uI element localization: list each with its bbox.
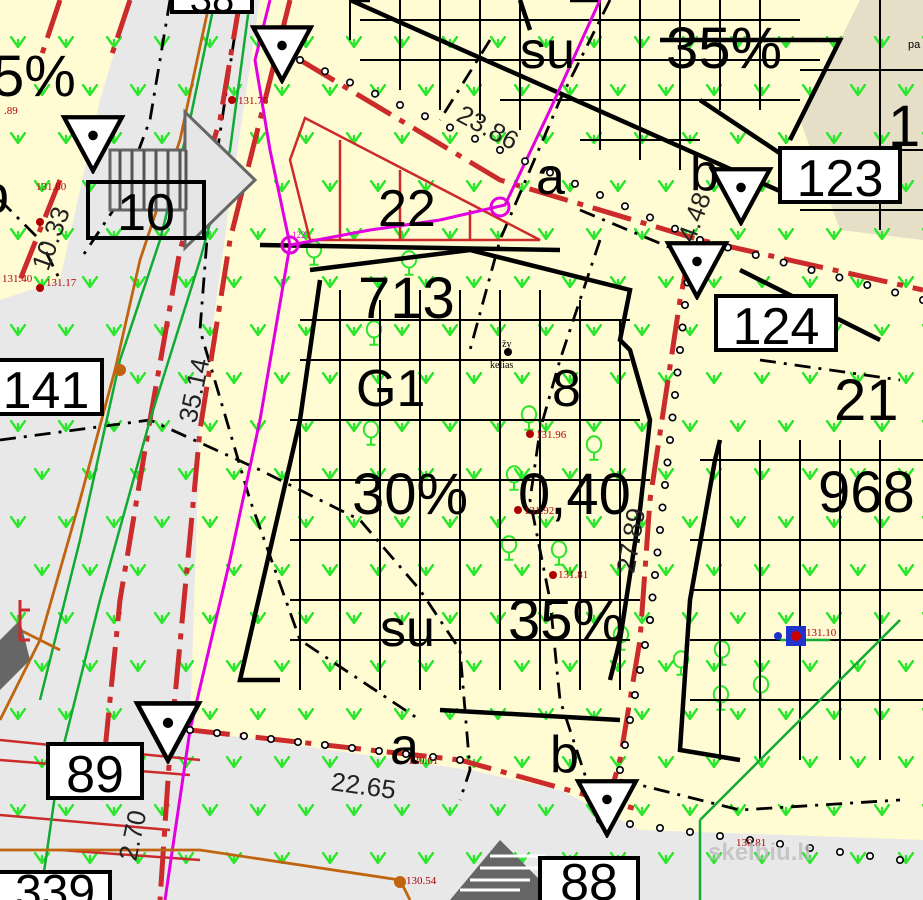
boundary-dot: [655, 525, 664, 534]
boundary-dot: [345, 78, 354, 87]
label-968: 968: [818, 460, 915, 525]
label-g1: G1: [356, 360, 425, 418]
boundary-dot: [668, 413, 677, 422]
elev-13176: 131.76: [238, 95, 269, 107]
elev-13117: 131.17: [46, 277, 77, 289]
box-label-339: 339: [15, 866, 95, 900]
boundary-dot: [645, 615, 654, 624]
road-note-2: kelias: [490, 360, 513, 371]
label-21: 21: [834, 368, 899, 433]
boundary-dot: [685, 827, 694, 836]
boundary-dot: [653, 548, 662, 557]
label-8: 8: [552, 360, 581, 418]
box-label-123: 123: [797, 150, 884, 208]
boundary-dot: [240, 731, 249, 740]
elev-13110: 131.10: [806, 627, 837, 639]
boundary-dot: [455, 755, 464, 764]
boundary-dot: [420, 112, 429, 121]
elev-13061: 130.61: [408, 755, 438, 767]
label-su-top: su: [520, 22, 575, 80]
label-b-left: b: [0, 166, 9, 224]
boundary-dot: [673, 368, 682, 377]
watermark: skelbiu.lt: [708, 839, 812, 866]
elev-13181: 131.81: [558, 569, 588, 581]
boundary-dot: [347, 743, 356, 752]
boundary-dot: [615, 765, 624, 774]
label-713: 713: [358, 266, 455, 331]
label-pct-30: 30%: [352, 462, 468, 527]
label-22: 22: [378, 180, 436, 238]
boundary-dot: [751, 251, 760, 260]
label-pct-35-mid: 35%: [508, 588, 624, 653]
boundary-dot: [620, 740, 629, 749]
elev-13140: 131.40: [2, 273, 33, 285]
label-page-corner: pa: [908, 39, 921, 51]
boundary-dot: [663, 458, 672, 467]
boundary-dot: [374, 746, 383, 755]
boundary-dot: [779, 258, 788, 267]
elev-13192: 131.92: [524, 505, 554, 517]
boundary-dot: [395, 101, 404, 110]
boundary-dot: [807, 265, 816, 274]
label-pct-top-left: 5%: [0, 44, 76, 109]
cadastral-map: 38 10 123 124 141 89 88 339 5% b su 35% …: [0, 0, 923, 900]
elev-89: .89: [4, 105, 18, 117]
boundary-dot: [620, 202, 629, 211]
boundary-dot: [293, 737, 302, 746]
road-note-1: žy: [502, 339, 511, 350]
boundary-dot: [655, 823, 664, 832]
boundary-dot: [640, 640, 649, 649]
boundary-dot: [630, 690, 639, 699]
boundary-dot: [320, 67, 329, 76]
boundary-dot: [865, 851, 874, 860]
boundary-dot: [891, 288, 900, 297]
boundary-dot: [570, 179, 579, 188]
boundary-dot: [680, 300, 689, 309]
boundary-dot: [625, 819, 634, 828]
boundary-dot: [835, 273, 844, 282]
boundary-dot: [863, 280, 872, 289]
boundary-dot: [658, 503, 667, 512]
box-label-38: 38: [190, 0, 235, 21]
label-a-bottom: a: [390, 718, 419, 776]
boundary-dot: [835, 847, 844, 856]
elev-122: 122: [292, 230, 306, 240]
boundary-dot: [665, 435, 674, 444]
boundary-dot: [660, 480, 669, 489]
label-b-bottom: b: [550, 726, 579, 784]
boundary-dot: [645, 213, 654, 222]
box-label-88: 88: [560, 854, 618, 900]
boundary-dot: [895, 855, 904, 864]
boundary-dot: [625, 715, 634, 724]
boundary-dot: [670, 390, 679, 399]
boundary-dot: [520, 157, 529, 166]
label-a-top: a: [536, 148, 565, 206]
label-val-040: 0,40: [518, 462, 631, 527]
box-label-left: 10: [117, 184, 175, 242]
elev-13054: 130.54: [406, 875, 437, 887]
elev-13196: 131.96: [536, 429, 567, 441]
boundary-dot: [678, 323, 687, 332]
label-pct-top: 35%: [666, 16, 782, 81]
boundary-dot: [595, 191, 604, 200]
box-label-141: 141: [3, 362, 90, 420]
boundary-dot: [635, 665, 644, 674]
label-su-mid: su: [380, 600, 435, 658]
boundary-dot: [370, 89, 379, 98]
box-label-124: 124: [733, 298, 820, 356]
boundary-dot: [675, 345, 684, 354]
elev-13180: 131.80: [36, 181, 67, 193]
box-label-89: 89: [66, 746, 124, 804]
boundary-dot: [650, 570, 659, 579]
label-num-1: 1: [888, 94, 920, 159]
boundary-dot: [320, 740, 329, 749]
boundary-dot: [266, 734, 275, 743]
boundary-dot: [213, 728, 222, 737]
boundary-dot: [648, 593, 657, 602]
boundary-dot: [295, 55, 304, 64]
